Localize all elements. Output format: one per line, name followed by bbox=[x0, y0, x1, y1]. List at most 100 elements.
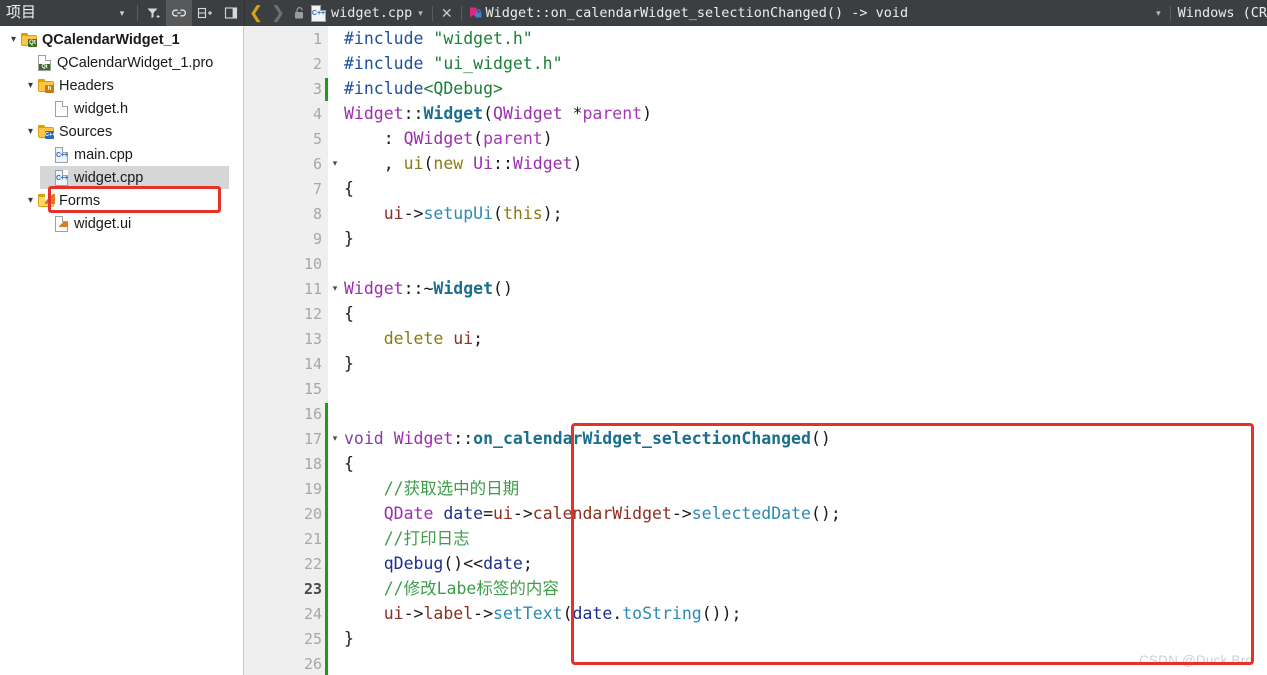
link-icon[interactable] bbox=[166, 0, 192, 26]
tree-item-label: Sources bbox=[59, 123, 113, 140]
code-line-3[interactable]: #include<QDebug> bbox=[344, 76, 1267, 101]
tree-item-widget-h[interactable]: · widget.h bbox=[0, 97, 243, 120]
code-line-22[interactable]: qDebug()<<date; bbox=[344, 551, 1267, 576]
close-file-icon[interactable]: ✕ bbox=[433, 0, 461, 26]
tree-item-qcalendarwidget-1-pro[interactable]: ·Qt QCalendarWidget_1.pro bbox=[0, 51, 243, 74]
unlocked-padlock-icon[interactable] bbox=[289, 6, 309, 20]
code-line-9[interactable]: } bbox=[344, 226, 1267, 251]
code-line-8[interactable]: ui->setupUi(this); bbox=[344, 201, 1267, 226]
gutter-line-1[interactable]: 1 bbox=[244, 26, 328, 51]
code-line-10[interactable] bbox=[344, 251, 1267, 276]
gutter-line-8[interactable]: 8 bbox=[244, 201, 328, 226]
gutter-line-14[interactable]: 14 bbox=[244, 351, 328, 376]
tree-item-qcalendarwidget-1[interactable]: ▾ Qt QCalendarWidget_1 bbox=[0, 28, 243, 51]
chevron-down-icon[interactable]: ▾ bbox=[6, 34, 21, 45]
code-line-6[interactable]: , ui(new Ui::Widget) bbox=[344, 151, 1267, 176]
code-token: : bbox=[344, 129, 404, 148]
tree-item-main-cpp[interactable]: ·C++ main.cpp bbox=[0, 143, 243, 166]
gutter-line-17[interactable]: 17 ▾ bbox=[244, 426, 337, 451]
gutter-line-19[interactable]: 19 bbox=[244, 476, 328, 501]
code-token: parent bbox=[582, 104, 643, 123]
tree-item-sources[interactable]: ▾ C++ Sources bbox=[0, 120, 243, 143]
line-number: 2 bbox=[312, 54, 322, 73]
gutter-line-2[interactable]: 2 bbox=[244, 51, 328, 76]
line-number: 8 bbox=[312, 204, 322, 223]
code-token: } bbox=[344, 354, 354, 373]
gutter-line-25[interactable]: 25 bbox=[244, 626, 328, 651]
qt-project-folder-icon: Qt bbox=[21, 33, 37, 47]
tree-item-label: widget.cpp bbox=[74, 169, 144, 186]
symbol-dropdown-chevron-down-icon[interactable]: ▾ bbox=[1156, 8, 1161, 19]
code-editor[interactable]: 1 2 3 4 5 6 ▾ 7 8 9 10 11 ▾ 12 13 14 15 16 17 ▾ 18 19 20 21 22 23… bbox=[244, 26, 1267, 675]
code-token: ui bbox=[403, 154, 424, 173]
gutter-line-11[interactable]: 11 ▾ bbox=[244, 276, 337, 301]
code-content[interactable]: #include "widget.h" #include "ui_widget.h… bbox=[328, 26, 1267, 675]
code-token: Widget bbox=[512, 154, 573, 173]
chevron-down-icon[interactable]: ▾ bbox=[23, 80, 38, 91]
code-token: ) bbox=[542, 129, 553, 148]
code-line-21[interactable]: //打印日志 bbox=[344, 526, 1267, 551]
tree-item-headers[interactable]: ▾ h Headers bbox=[0, 74, 243, 97]
navigate-forward-icon[interactable]: ❯ bbox=[267, 0, 289, 26]
tree-item-widget-ui[interactable]: · widget.ui bbox=[0, 212, 243, 235]
gutter-line-24[interactable]: 24 bbox=[244, 601, 328, 626]
gutter-line-15[interactable]: 15 bbox=[244, 376, 328, 401]
gutter-line-18[interactable]: 18 bbox=[244, 451, 328, 476]
line-number: 11 bbox=[303, 279, 322, 298]
code-token: Widget bbox=[433, 279, 494, 298]
code-line-19[interactable]: //获取选中的日期 bbox=[344, 476, 1267, 501]
gutter-line-22[interactable]: 22 bbox=[244, 551, 328, 576]
gutter-line-20[interactable]: 20 bbox=[244, 501, 328, 526]
chevron-down-icon[interactable]: ▾ bbox=[23, 195, 38, 206]
split-add-icon[interactable] bbox=[192, 0, 218, 26]
code-line-26[interactable] bbox=[344, 651, 1267, 675]
code-line-25[interactable]: } bbox=[344, 626, 1267, 651]
code-line-7[interactable]: { bbox=[344, 176, 1267, 201]
gutter-line-12[interactable]: 12 bbox=[244, 301, 328, 326]
filter-icon[interactable] bbox=[140, 0, 166, 26]
code-line-20[interactable]: QDate date=ui->calendarWidget->selectedD… bbox=[344, 501, 1267, 526]
code-line-23[interactable]: //修改Labe标签的内容 bbox=[344, 576, 1267, 601]
gutter-line-21[interactable]: 21 bbox=[244, 526, 328, 551]
code-line-4[interactable]: Widget::Widget(QWidget *parent) bbox=[344, 101, 1267, 126]
file-dropdown-chevron-down-icon[interactable]: ▾ bbox=[418, 8, 423, 19]
dropdown-arrow-icon[interactable]: ▾ bbox=[109, 0, 135, 26]
code-line-17[interactable]: void Widget::on_calendarWidget_selection… bbox=[344, 426, 1267, 451]
gutter-line-13[interactable]: 13 bbox=[244, 326, 328, 351]
gutter-line-3[interactable]: 3 bbox=[244, 76, 328, 101]
code-line-11[interactable]: Widget::~Widget() bbox=[344, 276, 1267, 301]
gutter-line-26[interactable]: 26 bbox=[244, 651, 328, 675]
tree-item-label: widget.h bbox=[74, 100, 129, 117]
code-line-12[interactable]: { bbox=[344, 301, 1267, 326]
project-tree[interactable]: ▾QtQCalendarWidget_1·QtQCalendarWidget_1… bbox=[0, 26, 244, 675]
line-ending-selector[interactable]: Windows (CR bbox=[1171, 5, 1267, 21]
qt-pro-file-icon: Qt bbox=[38, 54, 51, 71]
code-line-18[interactable]: { bbox=[344, 451, 1267, 476]
code-line-5[interactable]: : QWidget(parent) bbox=[344, 126, 1267, 151]
code-line-24[interactable]: ui->label->setText(date.toString()); bbox=[344, 601, 1267, 626]
symbol-selector[interactable]: Widget::on_calendarWidget_selectionChang… bbox=[462, 5, 1151, 21]
code-line-16[interactable] bbox=[344, 401, 1267, 426]
code-token: #include bbox=[344, 54, 434, 73]
code-token: (); bbox=[810, 504, 841, 523]
gutter-line-23[interactable]: 23 bbox=[244, 576, 328, 601]
gutter-line-16[interactable]: 16 bbox=[244, 401, 328, 426]
header-file-icon bbox=[55, 100, 68, 117]
gutter-line-7[interactable]: 7 bbox=[244, 176, 328, 201]
gutter-line-5[interactable]: 5 bbox=[244, 126, 328, 151]
tree-indent-spacer: · bbox=[40, 218, 55, 229]
code-line-1[interactable]: #include "widget.h" bbox=[344, 26, 1267, 51]
chevron-down-icon[interactable]: ▾ bbox=[23, 126, 38, 137]
editor-gutter[interactable]: 1 2 3 4 5 6 ▾ 7 8 9 10 11 ▾ 12 13 14 15 16 17 ▾ 18 19 20 21 22 23… bbox=[244, 26, 337, 675]
gutter-line-9[interactable]: 9 bbox=[244, 226, 328, 251]
code-line-15[interactable] bbox=[344, 376, 1267, 401]
open-file-name[interactable]: widget.cpp bbox=[331, 5, 412, 21]
navigate-back-icon[interactable]: ❮ bbox=[245, 0, 267, 26]
code-line-14[interactable]: } bbox=[344, 351, 1267, 376]
gutter-line-4[interactable]: 4 bbox=[244, 101, 328, 126]
code-line-13[interactable]: delete ui; bbox=[344, 326, 1267, 351]
gutter-line-10[interactable]: 10 bbox=[244, 251, 328, 276]
gutter-line-6[interactable]: 6 ▾ bbox=[244, 151, 337, 176]
collapse-panel-icon[interactable] bbox=[218, 0, 244, 26]
code-line-2[interactable]: #include "ui_widget.h" bbox=[344, 51, 1267, 76]
